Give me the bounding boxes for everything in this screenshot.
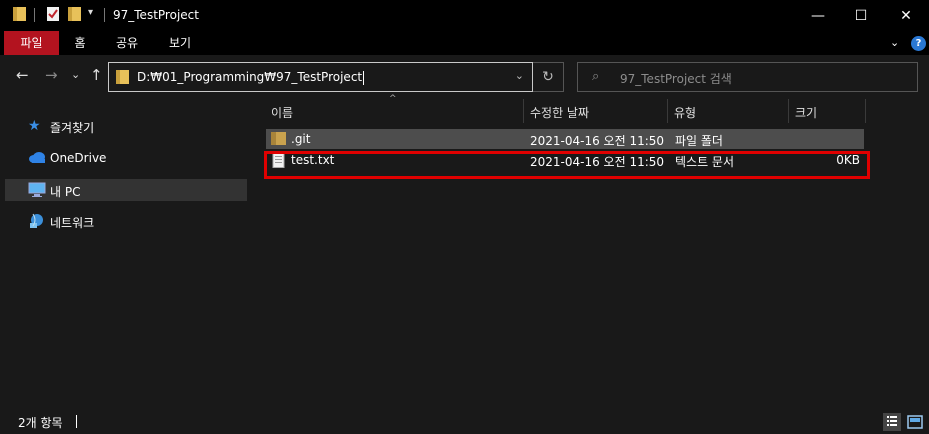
help-icon[interactable]: ? (911, 36, 926, 51)
column-header-size[interactable]: 크기 (789, 99, 865, 123)
separator (34, 8, 35, 22)
customize-quick-access-icon[interactable]: ▾ (88, 7, 93, 18)
file-name: .git (291, 132, 311, 146)
maximize-button[interactable]: ☐ (838, 0, 884, 31)
tab-share[interactable]: 공유 (106, 31, 148, 55)
details-view-icon[interactable] (883, 413, 901, 431)
folder-icon (271, 131, 287, 149)
ribbon-tabs: 파일 홈 공유 보기 ⌄ ? (0, 31, 929, 55)
large-icons-view-icon[interactable] (906, 413, 924, 431)
new-folder-icon[interactable] (68, 6, 82, 25)
folder-icon (116, 69, 130, 88)
back-button[interactable]: ← (16, 66, 29, 84)
folder-icon[interactable] (13, 6, 27, 25)
sidebar-item-label: 즐겨찾기 (50, 121, 95, 135)
annotation-highlight-box (264, 151, 870, 179)
status-bar: 2개 항목 (0, 410, 929, 434)
sidebar-item-label: OneDrive (50, 151, 107, 165)
sidebar-item-this-pc[interactable]: 내 PC (5, 179, 247, 201)
forward-button[interactable]: → (45, 66, 58, 84)
sidebar-item-label: 네트워크 (50, 216, 95, 230)
search-box[interactable]: ⌕ 97_TestProject 검색 (577, 62, 918, 92)
address-bar[interactable]: D:₩01_Programming₩97_TestProject ⌄ (108, 62, 533, 92)
file-modified: 2021-04-16 오전 11:50 (530, 134, 665, 148)
network-icon (28, 213, 46, 229)
star-icon: ★ (28, 118, 41, 134)
window-title: 97_TestProject (113, 8, 199, 22)
up-button[interactable]: ↑ (90, 66, 103, 84)
item-count: 2개 항목 (18, 416, 63, 430)
file-type: 파일 폴더 (675, 134, 723, 148)
search-input[interactable]: 97_TestProject 검색 (620, 70, 732, 87)
cloud-icon (28, 150, 46, 166)
recent-locations-button[interactable]: ⌄ (71, 68, 80, 81)
navigation-pane: ★ 즐겨찾기 OneDrive 내 PC 네트워크 (0, 99, 247, 410)
title-bar: ▾ 97_TestProject — ☐ ✕ (0, 0, 929, 31)
text-cursor (76, 415, 77, 428)
address-path[interactable]: D:₩01_Programming₩97_TestProject (137, 70, 365, 85)
refresh-button[interactable]: ↻ (533, 62, 564, 92)
computer-icon (28, 182, 46, 198)
file-list: ^ 이름 수정한 날짜 유형 크기 .git 2021-04-16 오전 11:… (249, 94, 929, 410)
tab-file[interactable]: 파일 (4, 31, 59, 55)
table-row[interactable]: .git 2021-04-16 오전 11:50 파일 폴더 (266, 129, 864, 149)
search-icon: ⌕ (592, 69, 600, 84)
tab-home[interactable]: 홈 (64, 31, 96, 55)
separator (104, 8, 105, 22)
column-header-type[interactable]: 유형 (668, 99, 788, 123)
minimize-button[interactable]: — (795, 0, 841, 31)
column-header-name[interactable]: 이름 (263, 99, 523, 123)
sidebar-item-label: 내 PC (50, 185, 81, 199)
sidebar-item-network[interactable]: 네트워크 (5, 210, 247, 232)
sidebar-item-quick-access[interactable]: ★ 즐겨찾기 (5, 115, 247, 137)
column-header-modified[interactable]: 수정한 날짜 (524, 99, 667, 123)
properties-icon[interactable] (46, 6, 60, 25)
close-button[interactable]: ✕ (883, 0, 929, 31)
column-divider[interactable] (865, 99, 866, 123)
sidebar-item-onedrive[interactable]: OneDrive (5, 147, 247, 169)
tab-view[interactable]: 보기 (160, 31, 200, 55)
navigation-bar: ← → ⌄ ↑ D:₩01_Programming₩97_TestProject… (0, 55, 929, 99)
address-dropdown-icon[interactable]: ⌄ (515, 69, 524, 82)
expand-ribbon-icon[interactable]: ⌄ (890, 36, 899, 49)
